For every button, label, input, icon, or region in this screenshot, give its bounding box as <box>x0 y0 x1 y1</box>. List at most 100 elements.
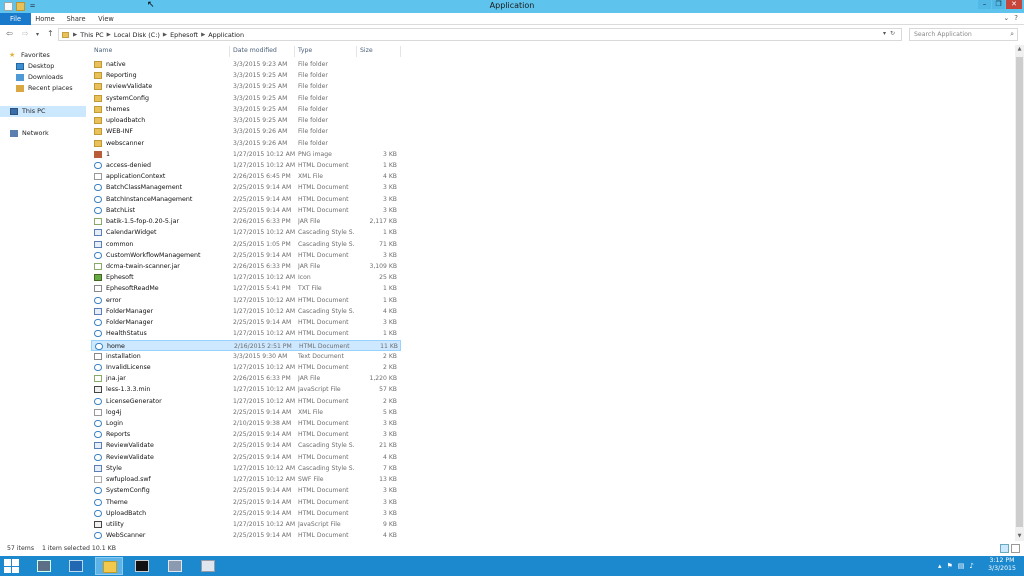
scrollbar-thumb[interactable] <box>1016 57 1023 527</box>
expand-ribbon-icon[interactable]: ⌄ <box>1003 14 1009 22</box>
file-row[interactable]: access-denied 1/27/2015 10:12 AM HTML Docu… <box>91 160 401 171</box>
nav-desktop[interactable]: Desktop <box>16 61 54 72</box>
file-row[interactable]: webscanner 3/3/2015 9:26 AM File folder <box>91 138 401 149</box>
file-row[interactable]: log4j 2/25/2015 9:14 AM XML File 5 KB <box>91 407 401 418</box>
minimize-button[interactable]: – <box>978 0 991 9</box>
file-row[interactable]: HealthStatus 1/27/2015 10:12 AM HTML Docum… <box>91 328 401 339</box>
taskbar-powershell[interactable] <box>62 557 90 575</box>
file-row[interactable]: Style 1/27/2015 10:12 AM Cascading Style S… <box>91 463 401 474</box>
large-icons-view-button[interactable] <box>1011 544 1020 553</box>
breadcrumb-local-disk[interactable]: Local Disk (C:) <box>114 31 160 39</box>
flag-icon[interactable]: ⚑ <box>947 562 953 570</box>
tab-share[interactable]: Share <box>64 13 88 25</box>
clock[interactable]: 3:12 PM 3/3/2015 <box>983 557 1021 573</box>
file-row[interactable]: utility 1/27/2015 10:12 AM JavaScript File… <box>91 519 401 530</box>
file-row[interactable]: BatchClassManagement 2/25/2015 9:14 AM HTM… <box>91 182 401 193</box>
refresh-icon[interactable]: ↻ <box>890 30 895 37</box>
folder-file-icon <box>94 72 102 80</box>
column-header-type[interactable]: Type <box>295 46 357 57</box>
file-row[interactable]: installation 3/3/2015 9:30 AM Text Documen… <box>91 351 401 362</box>
column-header-name[interactable]: Name <box>91 46 230 57</box>
nav-this-pc[interactable]: This PC <box>0 106 86 117</box>
taskbar-server-manager[interactable] <box>30 557 58 575</box>
file-row[interactable]: jna.jar 2/26/2015 6:33 PM JAR File 1,220 KB <box>91 373 401 384</box>
breadcrumb-chevron-icon[interactable]: ▶ <box>107 32 111 38</box>
scroll-down-icon[interactable]: ▼ <box>1015 532 1024 541</box>
column-header-date[interactable]: Date modified <box>230 46 295 57</box>
network-tray-icon[interactable]: ▤ <box>958 562 965 570</box>
file-row[interactable]: dcma-twain-scanner.jar 2/26/2015 6:33 PM J… <box>91 261 401 272</box>
file-row[interactable]: batik-1.5-fop-0.20-5.jar 2/26/2015 6:33 P… <box>91 216 401 227</box>
file-row[interactable]: Ephesoft 1/27/2015 10:12 AM Icon 25 KB <box>91 272 401 283</box>
taskbar-admin-tools[interactable] <box>161 557 189 575</box>
css-file-icon <box>94 307 102 315</box>
file-row[interactable]: applicationContext 2/26/2015 6:45 PM XML F… <box>91 171 401 182</box>
file-type: HTML Document <box>298 251 349 259</box>
file-row[interactable]: systemConfig 3/3/2015 9:25 AM File folder <box>91 93 401 104</box>
file-row[interactable]: 1 1/27/2015 10:12 AM PNG image 3 KB <box>91 149 401 160</box>
search-icon[interactable]: ⌕ <box>1010 29 1014 40</box>
file-row[interactable]: ReviewValidate 2/25/2015 9:14 AM HTML Docu… <box>91 452 401 463</box>
file-row[interactable]: WebScanner 2/25/2015 9:14 AM HTML Document… <box>91 530 401 541</box>
file-row[interactable]: Login 2/10/2015 9:38 AM HTML Document 3 KB <box>91 418 401 429</box>
file-row[interactable]: Reports 2/25/2015 9:14 AM HTML Document 3 K… <box>91 429 401 440</box>
file-row[interactable]: WEB-INF 3/3/2015 9:26 AM File folder <box>91 126 401 137</box>
maximize-button[interactable]: ❐ <box>992 0 1005 9</box>
details-view-button[interactable] <box>1000 544 1009 553</box>
file-row[interactable]: CalendarWidget 1/27/2015 10:12 AM Cascadin… <box>91 227 401 238</box>
file-row[interactable]: FolderManager 2/25/2015 9:14 AM HTML Docum… <box>91 317 401 328</box>
file-row[interactable]: swfupload.swf 1/27/2015 10:12 AM SWF File 1… <box>91 474 401 485</box>
breadcrumb-chevron-icon[interactable]: ▶ <box>73 32 77 38</box>
nav-favorites[interactable]: ★ Favorites <box>9 50 50 61</box>
file-row[interactable]: CustomWorkflowManagement 2/25/2015 9:14 A… <box>91 250 401 261</box>
file-row[interactable]: home 2/16/2015 2:51 PM HTML Document 11 KB <box>91 339 401 351</box>
back-arrow-icon[interactable]: ⇦ <box>6 29 13 38</box>
forward-arrow-icon[interactable]: ⇨ <box>22 29 29 38</box>
breadcrumb-chevron-icon[interactable]: ▶ <box>201 32 205 38</box>
nav-downloads[interactable]: Downloads <box>16 72 63 83</box>
tab-file[interactable]: File <box>0 13 31 25</box>
file-row[interactable]: Reporting 3/3/2015 9:25 AM File folder <box>91 70 401 81</box>
taskbar-command-prompt[interactable] <box>128 557 156 575</box>
address-dropdown-icon[interactable]: ▾ <box>883 30 886 37</box>
tab-view[interactable]: View <box>95 13 117 25</box>
address-bar[interactable]: ▶ This PC ▶ Local Disk (C:) ▶ Ephesoft ▶… <box>58 28 902 41</box>
vertical-scrollbar[interactable]: ▲ ▼ <box>1015 45 1024 541</box>
breadcrumb-this-pc[interactable]: This PC <box>80 31 103 39</box>
up-arrow-icon[interactable]: ↑ <box>47 29 54 38</box>
taskbar-file-explorer[interactable] <box>95 557 123 575</box>
file-row[interactable]: reviewValidate 3/3/2015 9:25 AM File folde… <box>91 81 401 92</box>
tab-home[interactable]: Home <box>33 13 57 25</box>
help-icon[interactable]: ? <box>1014 14 1018 22</box>
file-row[interactable]: UploadBatch 2/25/2015 9:14 AM HTML Documen… <box>91 508 401 519</box>
breadcrumb-application[interactable]: Application <box>208 31 244 39</box>
scroll-up-icon[interactable]: ▲ <box>1015 45 1024 54</box>
breadcrumb-ephesoft[interactable]: Ephesoft <box>170 31 198 39</box>
file-row[interactable]: InvalidLicense 1/27/2015 10:12 AM HTML Doc… <box>91 362 401 373</box>
breadcrumb-chevron-icon[interactable]: ▶ <box>163 32 167 38</box>
file-row[interactable]: FolderManager 1/27/2015 10:12 AM Cascading… <box>91 306 401 317</box>
file-row[interactable]: uploadbatch 3/3/2015 9:25 AM File folder <box>91 115 401 126</box>
nav-network[interactable]: Network <box>10 128 49 139</box>
show-hidden-icons-icon[interactable]: ▴ <box>938 562 942 570</box>
recent-locations-chevron-icon[interactable]: ▾ <box>36 31 39 38</box>
volume-icon[interactable]: ♪ <box>969 562 973 570</box>
file-row[interactable]: SystemConfig 2/25/2015 9:14 AM HTML Docume… <box>91 485 401 496</box>
file-row[interactable]: ReviewValidate 2/25/2015 9:14 AM Cascading… <box>91 440 401 451</box>
file-row[interactable]: less-1.3.3.min 1/27/2015 10:12 AM JavaScri… <box>91 384 401 395</box>
search-input[interactable]: Search Application ⌕ <box>909 28 1018 41</box>
file-row[interactable]: BatchInstanceManagement 2/25/2015 9:14 AM… <box>91 194 401 205</box>
close-button[interactable]: ✕ <box>1006 0 1022 9</box>
file-row[interactable]: themes 3/3/2015 9:25 AM File folder <box>91 104 401 115</box>
column-header-size[interactable]: Size <box>357 46 401 57</box>
file-row[interactable]: Theme 2/25/2015 9:14 AM HTML Document 3 KB <box>91 497 401 508</box>
file-row[interactable]: EphesoftReadMe 1/27/2015 5:41 PM TXT File 1… <box>91 283 401 294</box>
taskbar-application-window[interactable] <box>194 557 222 575</box>
nav-recent-places[interactable]: Recent places <box>16 83 73 94</box>
file-row[interactable]: common 2/25/2015 1:05 PM Cascading Style S… <box>91 239 401 250</box>
file-row[interactable]: LicenseGenerator 1/27/2015 10:12 AM HTML D… <box>91 396 401 407</box>
start-button[interactable] <box>4 559 20 573</box>
file-row[interactable]: BatchList 2/25/2015 9:14 AM HTML Document 3… <box>91 205 401 216</box>
file-row[interactable]: native 3/3/2015 9:23 AM File folder <box>91 59 401 70</box>
file-row[interactable]: error 1/27/2015 10:12 AM HTML Document 1 KB <box>91 295 401 306</box>
